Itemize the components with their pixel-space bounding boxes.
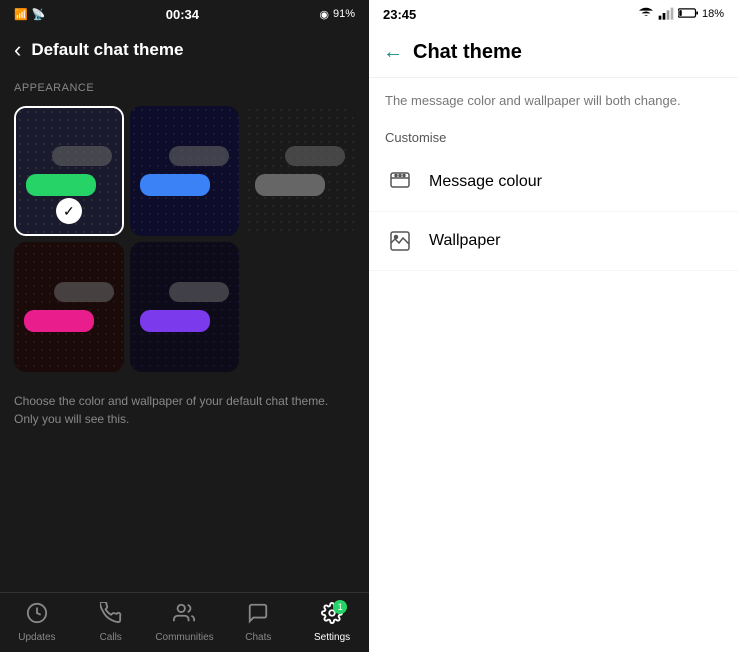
theme-preview-3 bbox=[245, 106, 355, 236]
bubble-received-5 bbox=[169, 282, 229, 302]
selected-check-1: ✓ bbox=[56, 198, 82, 224]
updates-icon bbox=[26, 602, 48, 630]
chats-icon bbox=[247, 602, 269, 630]
wifi-icon-right bbox=[638, 5, 654, 24]
left-status-bar: 📶 📡 00:34 ◉ 91% bbox=[0, 0, 369, 28]
bottom-navigation: Updates Calls Communities bbox=[0, 592, 369, 652]
updates-label: Updates bbox=[18, 632, 55, 643]
appearance-label: APPEARANCE bbox=[0, 72, 369, 100]
theme-dark-green[interactable]: ✓ bbox=[14, 106, 124, 236]
bubble-sent-4 bbox=[24, 310, 94, 332]
bubble-sent-1 bbox=[26, 174, 96, 196]
left-status-right-icons: ◉ 91% bbox=[319, 8, 355, 21]
battery-level: 91% bbox=[333, 8, 355, 20]
left-header: ‹ Default chat theme bbox=[0, 28, 369, 72]
theme-preview-5 bbox=[130, 242, 240, 372]
bubble-sent-3 bbox=[255, 174, 325, 196]
menu-item-wallpaper[interactable]: Wallpaper bbox=[369, 212, 738, 271]
bubble-received-2 bbox=[169, 146, 229, 166]
bubble-sent-5 bbox=[140, 310, 210, 332]
nav-item-chats[interactable]: Chats bbox=[221, 602, 295, 643]
settings-icon: 1 bbox=[321, 602, 343, 630]
settings-label: Settings bbox=[314, 632, 350, 643]
wifi-icon: 📡 bbox=[32, 8, 46, 21]
left-panel: 📶 📡 00:34 ◉ 91% ‹ Default chat theme APP… bbox=[0, 0, 369, 652]
theme-dark-blue[interactable] bbox=[130, 106, 240, 236]
right-status-bar: 23:45 bbox=[369, 0, 738, 28]
nav-item-updates[interactable]: Updates bbox=[0, 602, 74, 643]
communities-label: Communities bbox=[155, 632, 213, 643]
bubble-sent-2 bbox=[140, 174, 210, 196]
theme-dark-gray[interactable] bbox=[245, 106, 355, 236]
signal-icon-right bbox=[658, 5, 674, 24]
bubble-received-4 bbox=[54, 282, 114, 302]
right-back-button[interactable]: ← bbox=[383, 41, 403, 64]
bubble-received-3 bbox=[285, 146, 345, 166]
right-time: 23:45 bbox=[383, 7, 416, 22]
theme-grid: ✓ bbox=[0, 100, 369, 378]
right-status-icons: 18% bbox=[638, 5, 724, 24]
theme-preview-2 bbox=[130, 106, 240, 236]
theme-dark-purple[interactable] bbox=[130, 242, 240, 372]
communities-icon bbox=[173, 602, 195, 630]
right-description: The message color and wallpaper will bot… bbox=[369, 78, 738, 124]
location-icon: ◉ bbox=[319, 8, 329, 21]
calls-icon bbox=[100, 602, 122, 630]
left-status-left-icons: 📶 📡 bbox=[14, 8, 45, 21]
theme-preview-1: ✓ bbox=[16, 108, 122, 234]
battery-icon-right bbox=[678, 7, 698, 22]
battery-percent-right: 18% bbox=[702, 8, 724, 20]
message-colour-icon bbox=[385, 167, 415, 197]
calls-label: Calls bbox=[100, 632, 122, 643]
menu-item-message-colour[interactable]: Message colour bbox=[369, 153, 738, 212]
settings-badge: 1 bbox=[333, 600, 347, 614]
nav-item-calls[interactable]: Calls bbox=[74, 602, 148, 643]
left-page-title: Default chat theme bbox=[31, 40, 183, 60]
left-time: 00:34 bbox=[166, 7, 199, 22]
customise-label: Customise bbox=[369, 124, 738, 153]
right-header: ← Chat theme bbox=[369, 28, 738, 78]
signal-icon: 📶 bbox=[14, 8, 28, 21]
bubble-received-1 bbox=[52, 146, 112, 166]
message-colour-label: Message colour bbox=[429, 173, 542, 191]
nav-item-communities[interactable]: Communities bbox=[148, 602, 222, 643]
theme-description: Choose the color and wallpaper of your d… bbox=[0, 378, 369, 442]
nav-item-settings[interactable]: 1 Settings bbox=[295, 602, 369, 643]
wallpaper-label: Wallpaper bbox=[429, 232, 500, 250]
wallpaper-icon bbox=[385, 226, 415, 256]
right-panel: 23:45 bbox=[369, 0, 738, 652]
right-page-title: Chat theme bbox=[413, 41, 522, 64]
back-button[interactable]: ‹ bbox=[14, 39, 21, 61]
chats-label: Chats bbox=[245, 632, 271, 643]
theme-preview-4 bbox=[14, 242, 124, 372]
theme-red-pink[interactable] bbox=[14, 242, 124, 372]
